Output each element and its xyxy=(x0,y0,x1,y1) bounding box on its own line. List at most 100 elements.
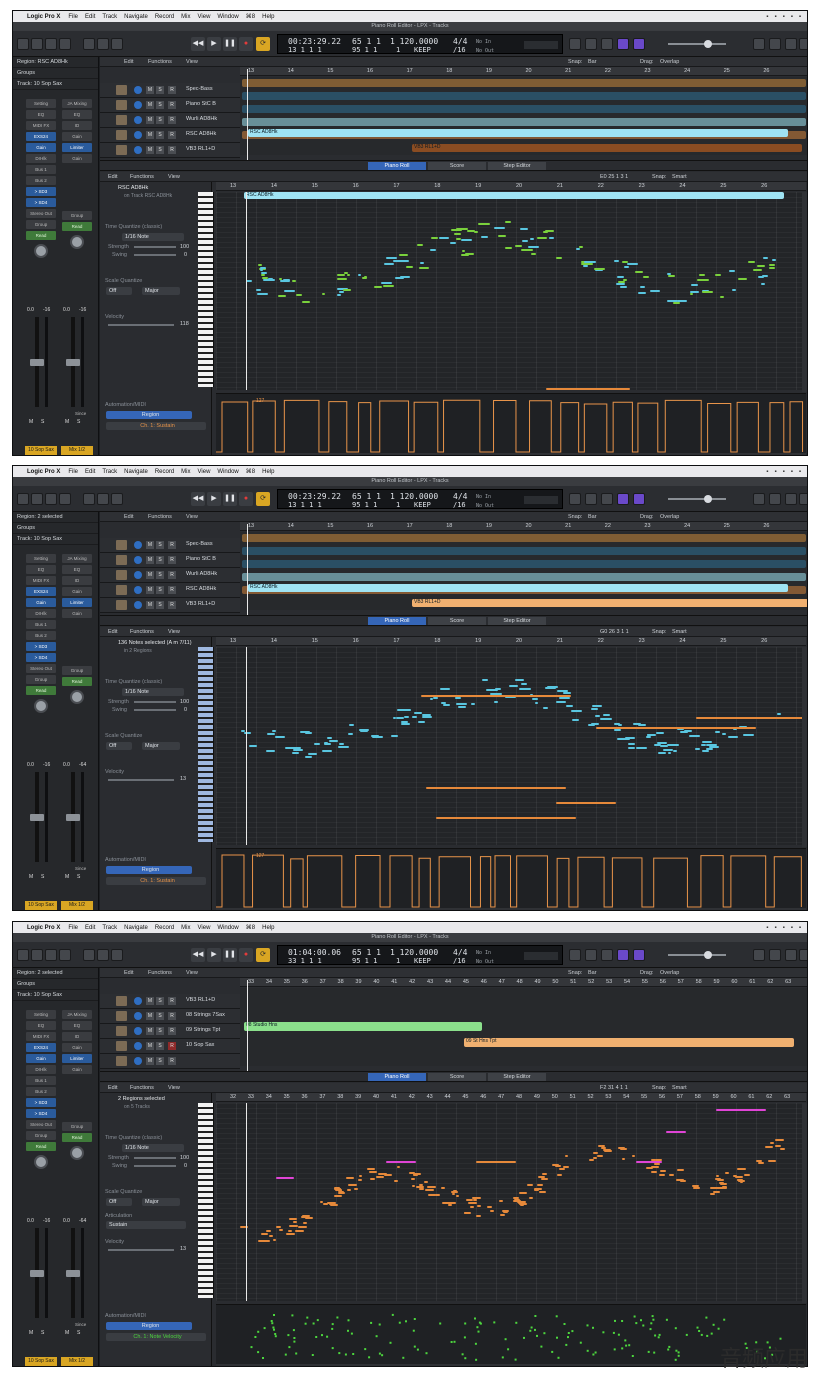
midi-note[interactable] xyxy=(676,1168,684,1171)
scissors-icon[interactable] xyxy=(111,949,123,961)
quantize-slider[interactable] xyxy=(134,1157,176,1159)
midi-note[interactable] xyxy=(527,246,539,249)
menu-app-name[interactable]: Logic Pro X xyxy=(27,14,60,20)
midi-note[interactable] xyxy=(619,1148,627,1151)
midi-note[interactable] xyxy=(643,276,650,279)
help-icon[interactable] xyxy=(45,38,57,50)
instrument-slot[interactable]: EXS24 xyxy=(26,587,56,596)
count-in-icon[interactable] xyxy=(585,949,597,961)
velocity-point[interactable] xyxy=(677,1351,680,1354)
velocity-point[interactable] xyxy=(647,1350,650,1353)
velocity-point[interactable] xyxy=(292,1329,295,1332)
tab-step-editor[interactable]: Step Editor xyxy=(488,617,546,625)
setting-slot[interactable]: JA Mixing xyxy=(62,99,92,108)
midi-note[interactable] xyxy=(600,718,612,721)
midi-note[interactable] xyxy=(595,715,601,718)
velocity-point[interactable] xyxy=(352,1353,355,1355)
midi-note[interactable] xyxy=(768,263,776,266)
midi-note[interactable] xyxy=(269,1234,274,1237)
fader-handle[interactable] xyxy=(66,359,80,366)
power-icon[interactable] xyxy=(134,601,142,609)
menu-item[interactable]: Help xyxy=(262,14,274,20)
group-slot[interactable]: Group xyxy=(62,211,92,220)
velocity-point[interactable] xyxy=(402,1356,405,1359)
solo-button[interactable]: S xyxy=(41,1330,44,1336)
velocity-point[interactable] xyxy=(642,1324,645,1327)
midi-note[interactable] xyxy=(369,1170,377,1173)
inspector-track[interactable]: Track: 10 Sop Sax xyxy=(13,990,98,1001)
midi-note[interactable] xyxy=(737,1168,746,1171)
setting-slot[interactable]: Setting xyxy=(26,99,56,108)
count-in-icon[interactable] xyxy=(585,493,597,505)
notepad-icon[interactable] xyxy=(633,949,645,961)
midi-note[interactable] xyxy=(522,239,528,242)
midi-note[interactable] xyxy=(672,301,680,304)
audio-fx-slot[interactable]: Gain xyxy=(26,143,56,152)
midi-note[interactable] xyxy=(658,1173,665,1176)
midi-note[interactable] xyxy=(346,273,350,276)
velocity-point[interactable] xyxy=(565,1343,568,1346)
track-header[interactable]: M S R RSC AD8Hk xyxy=(100,128,240,143)
fader-handle[interactable] xyxy=(30,359,44,366)
midi-note[interactable] xyxy=(284,290,296,293)
midi-note[interactable] xyxy=(470,1206,474,1209)
midi-note[interactable] xyxy=(401,722,411,725)
velocity-point[interactable] xyxy=(476,1326,479,1329)
send-slot[interactable]: DrHlk xyxy=(26,609,56,618)
automation-region-button[interactable]: Region xyxy=(106,1322,192,1330)
midi-note[interactable] xyxy=(720,1183,727,1186)
velocity-point[interactable] xyxy=(652,1318,655,1321)
velocity-point[interactable] xyxy=(586,1349,589,1352)
group-slot[interactable]: Group xyxy=(26,1131,56,1140)
velocity-point[interactable] xyxy=(287,1334,290,1337)
pr-view-menu[interactable]: View xyxy=(168,1085,180,1091)
midi-note[interactable] xyxy=(667,743,679,746)
automation-lane[interactable]: 127 xyxy=(216,393,806,455)
midi-note[interactable] xyxy=(419,1187,424,1190)
midi-note-long[interactable] xyxy=(666,1131,686,1133)
velocity-point[interactable] xyxy=(398,1321,401,1324)
midi-note[interactable] xyxy=(534,1188,540,1191)
sustain-automation-path[interactable] xyxy=(216,854,802,908)
menu-item[interactable]: Edit xyxy=(85,469,95,475)
midi-note[interactable] xyxy=(397,709,407,712)
midi-note[interactable] xyxy=(283,278,291,281)
menu-item[interactable]: ⌘8 xyxy=(246,468,255,475)
snap-value[interactable]: Bar xyxy=(588,59,597,65)
list-icon[interactable] xyxy=(617,493,629,505)
midi-note[interactable] xyxy=(683,729,693,732)
list-icon[interactable] xyxy=(617,38,629,50)
velocity-point[interactable] xyxy=(653,1351,656,1354)
midi-note[interactable] xyxy=(455,1195,460,1198)
automation-curve[interactable] xyxy=(216,1305,806,1366)
midi-note[interactable] xyxy=(536,237,547,240)
list-icon[interactable] xyxy=(617,949,629,961)
velocity-point[interactable] xyxy=(696,1326,699,1329)
group-slot[interactable]: Group xyxy=(62,1122,92,1131)
mute-button[interactable]: M xyxy=(65,419,69,425)
midi-note[interactable] xyxy=(266,749,276,752)
midi-note[interactable] xyxy=(493,226,506,229)
velocity-point[interactable] xyxy=(613,1348,616,1351)
midi-note[interactable] xyxy=(742,733,754,736)
editor-playhead[interactable] xyxy=(246,192,247,390)
midi-note[interactable] xyxy=(618,1146,626,1149)
velocity-slider[interactable] xyxy=(108,324,174,326)
midi-note[interactable] xyxy=(668,275,676,278)
midi-note[interactable] xyxy=(731,289,736,292)
midi-note[interactable] xyxy=(272,1239,277,1242)
midi-note[interactable] xyxy=(448,1204,453,1207)
browsers-icon[interactable] xyxy=(799,38,807,50)
eq-slot[interactable]: EQ xyxy=(62,110,92,119)
menu-item[interactable]: Mix xyxy=(181,14,190,20)
quantize-slider[interactable] xyxy=(134,246,176,248)
pr-functions-menu[interactable]: Functions xyxy=(130,174,154,180)
midi-note[interactable] xyxy=(555,1165,561,1168)
automation-mode[interactable]: Read xyxy=(62,222,92,231)
midi-note[interactable] xyxy=(418,1183,423,1186)
record-enable-button[interactable]: R xyxy=(168,1027,176,1035)
midi-note[interactable] xyxy=(583,265,589,268)
velocity-point[interactable] xyxy=(464,1357,467,1360)
record-enable-button[interactable]: R xyxy=(168,571,176,579)
mute-button[interactable]: M xyxy=(146,101,154,109)
